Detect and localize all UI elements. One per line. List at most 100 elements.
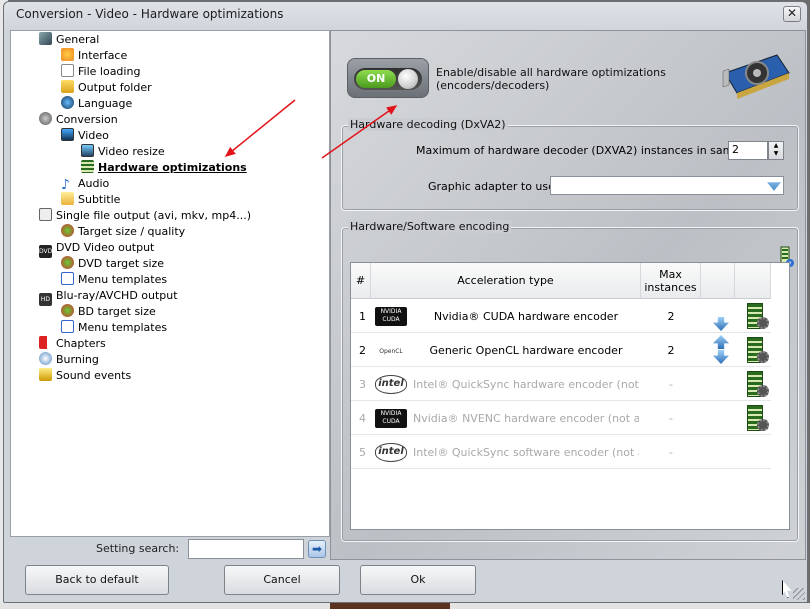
background-bottom-strip (0, 603, 810, 609)
encoder-name: Nvidia® CUDA hardware encoder (433, 309, 619, 323)
encoder-name: Generic OpenCL hardware encoder (429, 343, 623, 357)
dropdown-arrow-icon[interactable] (767, 182, 781, 191)
film-icon (39, 208, 52, 221)
ok-button[interactable]: Ok (360, 565, 476, 595)
encoder-max-instances[interactable]: 2 (641, 299, 701, 333)
dialog-button-row: Back to default Cancel Ok (4, 562, 807, 602)
move-down-arrow-icon[interactable] (713, 317, 729, 331)
tree-item-hardware-optimizations[interactable]: Hardware optimizations (81, 160, 247, 176)
move-down-arrow-icon[interactable] (713, 350, 729, 364)
tree-item-conversion[interactable]: Conversion (39, 112, 118, 128)
hardware-decoding-group-label: Hardware decoding (DxVA2) (348, 118, 508, 131)
tree-item-video[interactable]: Video (61, 128, 109, 144)
tree-item-burning[interactable]: Burning (39, 352, 99, 368)
hw-toggle-description-line2: (encoders/decoders) (436, 79, 550, 92)
graphic-adapter-select[interactable] (550, 176, 784, 195)
target-icon (61, 304, 74, 317)
wrench-icon (39, 32, 52, 45)
encoder-row-1[interactable]: 1 NVIDIA CUDA Nvidia® CUDA hardware enco… (351, 299, 771, 333)
tree-item-output-folder[interactable]: Output folder (61, 80, 152, 96)
tree-item-file-loading[interactable]: File loading (61, 64, 140, 80)
hardware-software-encoding-group: Hardware/Software encoding ? # Accelerat… (341, 220, 799, 542)
encoder-row-3[interactable]: 3 intel Intel® QuickSync hardware encode… (351, 367, 771, 401)
globe-icon (61, 96, 74, 109)
cancel-button[interactable]: Cancel (224, 565, 340, 595)
toggle-track: ON (354, 68, 422, 90)
encoder-settings-gear-icon[interactable] (757, 351, 769, 363)
encoder-row-5[interactable]: 5 intel Intel® QuickSync software encode… (351, 435, 771, 469)
monitor-icon (61, 128, 74, 141)
intel-icon: intel (375, 375, 407, 394)
graphic-adapter-label: Graphic adapter to use: (428, 180, 559, 193)
column-header-acceleration-type[interactable]: Acceleration type (371, 263, 641, 299)
tree-item-video-resize[interactable]: Video resize (81, 144, 165, 160)
stepper-down-icon[interactable]: ▼ (769, 150, 783, 158)
settings-window: Conversion - Video - Hardware optimizati… (3, 1, 808, 603)
settings-tree: General Interface File loading Output fo… (10, 30, 330, 537)
tree-item-dvd-video-output[interactable]: DVD DVD Video output (39, 240, 154, 258)
music-note-icon: ♪ (61, 177, 70, 193)
hd-icon: HD (39, 293, 52, 306)
search-go-button[interactable]: ➡ (308, 540, 326, 558)
hardware-decoding-group: Hardware decoding (DxVA2) Maximum of har… (341, 118, 799, 211)
tree-item-dvd-menu-templates[interactable]: Menu templates (61, 272, 167, 288)
tree-item-interface[interactable]: Interface (61, 48, 127, 64)
document-icon (61, 64, 74, 77)
encoder-row-number: 4 (359, 411, 366, 425)
sound-icon (39, 368, 52, 381)
setting-search-label: Setting search: (96, 542, 180, 555)
close-button[interactable]: ✕ (783, 6, 801, 22)
resize-grip[interactable] (793, 588, 805, 600)
chip-icon (81, 160, 94, 173)
encoder-max-instances: - (669, 377, 673, 391)
move-up-arrow-icon[interactable] (713, 335, 729, 349)
tree-item-dvd-target-size[interactable]: DVD target size (61, 256, 164, 272)
toggle-on-label: ON (356, 70, 396, 88)
max-decoder-instances-stepper[interactable]: ▲ ▼ (768, 141, 784, 160)
stepper-up-icon[interactable]: ▲ (769, 142, 783, 150)
toggle-knob (398, 69, 418, 89)
encoder-row-4[interactable]: 4 NVIDIA CUDA Nvidia® NVENC hardware enc… (351, 401, 771, 435)
column-header-number[interactable]: # (351, 263, 371, 299)
encoder-row-number: 2 (359, 343, 366, 357)
encoder-max-instances: - (669, 411, 673, 425)
tree-item-bd-target-size[interactable]: BD target size (61, 304, 156, 320)
encoder-settings-gear-icon[interactable] (757, 317, 769, 329)
tree-item-single-file-output[interactable]: Single file output (avi, mkv, mp4...) (39, 208, 251, 224)
menu-template-icon (61, 320, 74, 333)
palette-icon (61, 48, 74, 61)
tree-item-chapters[interactable]: Chapters (39, 336, 106, 352)
encoder-settings-gear-icon[interactable] (757, 385, 769, 397)
title-bar[interactable]: Conversion - Video - Hardware optimizati… (4, 2, 807, 27)
hw-optimizations-toggle[interactable]: ON (347, 58, 429, 98)
tree-item-audio[interactable]: ♪ Audio (61, 176, 109, 192)
max-decoder-instances-input[interactable]: 2 (728, 141, 768, 160)
folder-icon (61, 80, 74, 93)
tree-item-language[interactable]: Language (61, 96, 132, 112)
encoder-row-number: 5 (359, 445, 366, 459)
encoder-max-instances[interactable]: 2 (641, 333, 701, 367)
encoder-row-number: 1 (359, 309, 366, 323)
tree-item-general[interactable]: General (39, 32, 99, 48)
column-header-settings (735, 263, 771, 299)
column-header-move (701, 263, 735, 299)
tree-item-sound-events[interactable]: Sound events (39, 368, 131, 384)
tree-item-target-size-quality[interactable]: Target size / quality (61, 224, 185, 240)
setting-search-row: Setting search: ➡ (10, 539, 330, 561)
column-header-max-instances[interactable]: Max instances (641, 263, 701, 299)
hardware-optimizations-panel: ON Enable/disable all hardware optimizat… (330, 30, 806, 560)
setting-search-input[interactable] (188, 539, 304, 559)
encoders-table: # Acceleration type Max instances 1 NVID… (350, 262, 790, 530)
hw-toggle-description-line1: Enable/disable all hardware optimization… (436, 66, 666, 79)
window-title: Conversion - Video - Hardware optimizati… (16, 7, 284, 21)
tree-item-bd-menu-templates[interactable]: Menu templates (61, 320, 167, 336)
encoder-settings-gear-icon[interactable] (757, 419, 769, 431)
encoder-max-instances: - (669, 445, 673, 459)
flag-icon (39, 336, 52, 349)
encoder-row-number: 3 (359, 377, 366, 391)
tree-item-subtitle[interactable]: Subtitle (61, 192, 120, 208)
back-to-default-button[interactable]: Back to default (25, 565, 169, 595)
tree-item-bluray-output[interactable]: HD Blu-ray/AVCHD output (39, 288, 178, 306)
encoder-name: Intel® QuickSync software encoder (not a… (413, 445, 639, 459)
encoder-row-2[interactable]: 2 OpenCL Generic OpenCL hardware encoder… (351, 333, 771, 367)
